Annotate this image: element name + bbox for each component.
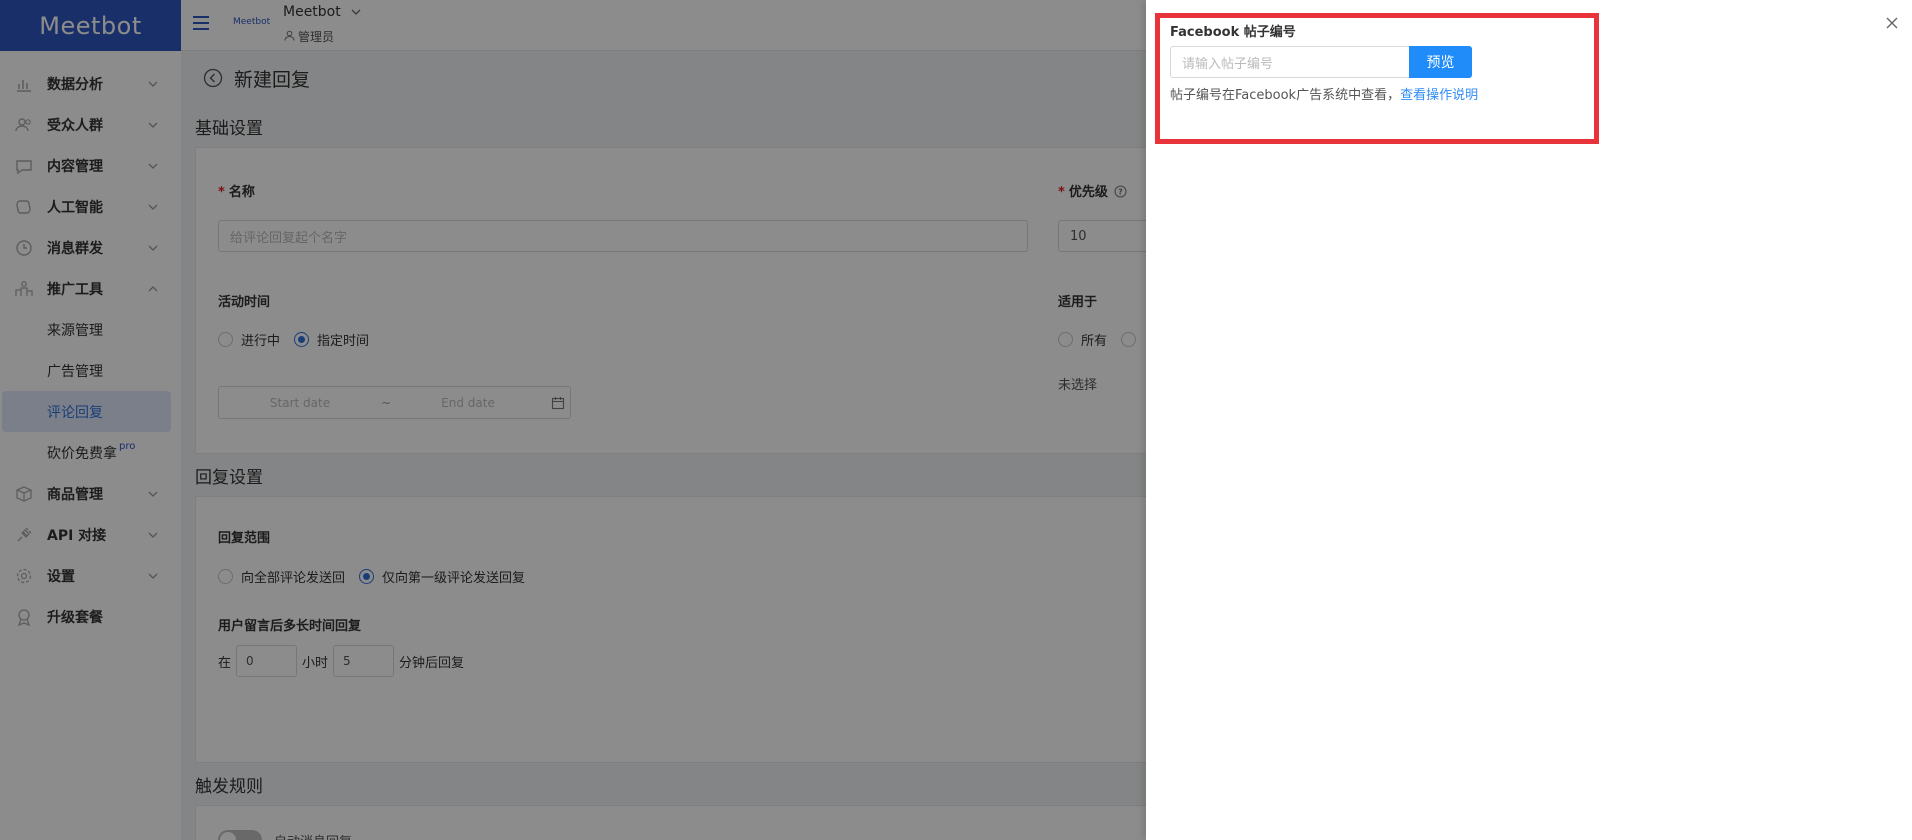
facebook-post-id-hint: 帖子编号在Facebook广告系统中查看，查看操作说明 (1170, 84, 1478, 103)
modal-overlay[interactable] (0, 0, 1146, 840)
close-icon[interactable] (1884, 15, 1900, 31)
preview-button[interactable]: 预览 (1409, 46, 1472, 78)
facebook-post-drawer: Facebook 帖子编号 请输入帖子编号 预览 帖子编号在Facebook广告… (1146, 0, 1912, 840)
hint-text: 帖子编号在Facebook广告系统中查看， (1170, 88, 1401, 103)
operation-guide-link[interactable]: 查看操作说明 (1400, 88, 1478, 103)
facebook-post-id-input[interactable]: 请输入帖子编号 (1170, 46, 1409, 78)
facebook-post-id-label: Facebook 帖子编号 (1170, 25, 1296, 40)
